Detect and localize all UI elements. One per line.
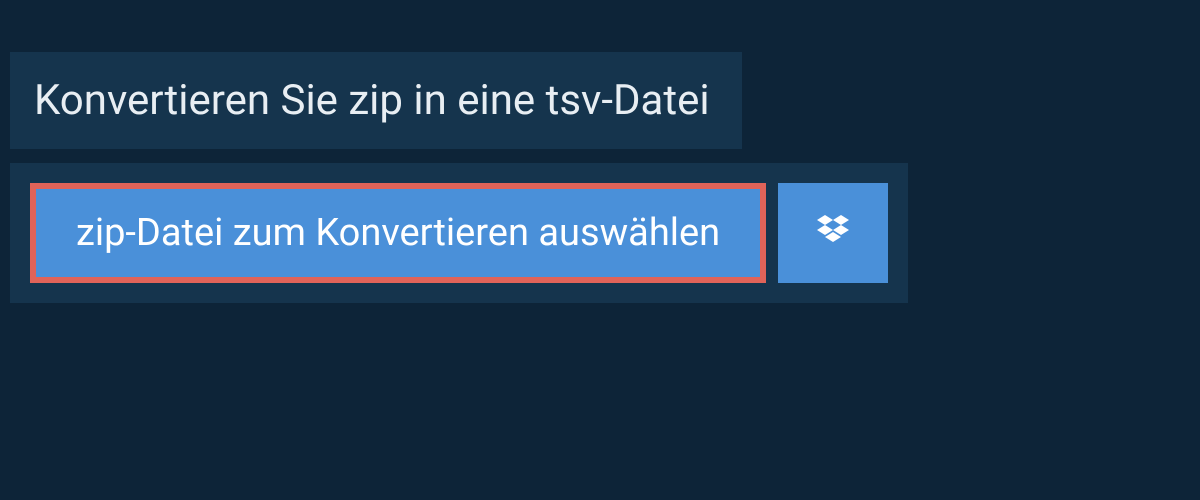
- file-picker-panel: zip-Datei zum Konvertieren auswählen: [10, 163, 908, 303]
- dropbox-button[interactable]: [778, 183, 888, 283]
- page-title: Konvertieren Sie zip in eine tsv-Datei: [34, 76, 710, 125]
- page-header: Konvertieren Sie zip in eine tsv-Datei: [10, 52, 742, 149]
- choose-file-button[interactable]: zip-Datei zum Konvertieren auswählen: [30, 183, 766, 283]
- dropbox-icon: [813, 211, 853, 255]
- choose-file-label: zip-Datei zum Konvertieren auswählen: [76, 211, 720, 255]
